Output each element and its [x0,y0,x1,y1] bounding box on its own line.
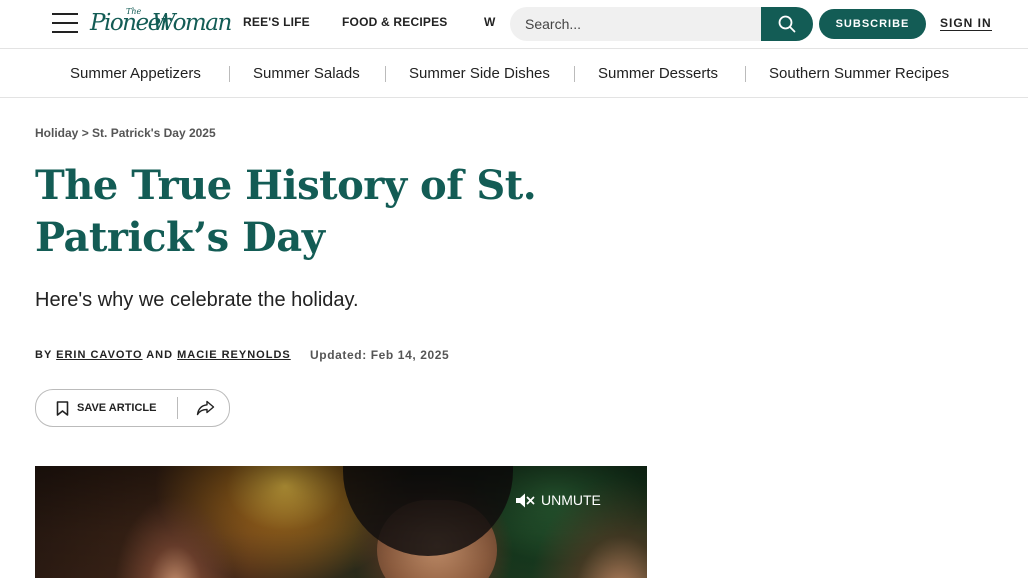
article-dek: Here's why we celebrate the holiday. [35,289,359,311]
byline: BY ERIN CAVOTO AND MACIE REYNOLDS [35,349,291,361]
subnav-divider [574,66,575,82]
unmute-label: UNMUTE [541,492,601,508]
subnav-item-summer-appetizers[interactable]: Summer Appetizers [70,65,201,82]
share-button[interactable] [186,390,226,426]
article-actions: SAVE ARTICLE [35,389,230,427]
subnav-divider [385,66,386,82]
byline-and: AND [146,349,174,361]
subnav-divider [229,66,230,82]
subscribe-button[interactable]: SUBSCRIBE [819,9,926,39]
bookmark-icon [56,401,69,416]
breadcrumb-holiday[interactable]: Holiday [35,126,78,140]
breadcrumb-separator: > [81,126,89,140]
secondary-nav: Summer Appetizers Summer Salads Summer S… [0,49,1028,98]
nav-item-truncated[interactable]: W [484,15,496,29]
page-title: The True History of St. Patrick’s Day [35,162,537,261]
primary-nav: REE'S LIFE FOOD & RECIPES W [240,0,512,48]
share-icon [196,400,215,416]
search-icon [778,15,796,33]
updated-date: Updated: Feb 14, 2025 [310,348,450,362]
byline-by: BY [35,349,53,361]
video-player[interactable]: UNMUTE [35,466,647,578]
video-overlay [35,466,647,578]
breadcrumb-st-patricks-day[interactable]: St. Patrick's Day 2025 [92,126,216,140]
subnav-item-summer-salads[interactable]: Summer Salads [253,65,360,82]
author-link-macie-reynolds[interactable]: MACIE REYNOLDS [177,349,291,361]
logo-text-woman: Woman [152,10,232,36]
save-article-label: SAVE ARTICLE [77,402,157,414]
top-header: The Pioneer Woman REE'S LIFE FOOD & RECI… [0,0,1028,49]
muted-speaker-icon [516,493,535,508]
search-input[interactable] [510,7,761,41]
search-bar [510,7,813,41]
sign-in-link[interactable]: SIGN IN [940,16,992,31]
site-logo[interactable]: The Pioneer Woman [90,6,232,42]
subnav-item-summer-desserts[interactable]: Summer Desserts [598,65,718,82]
subnav-item-summer-side-dishes[interactable]: Summer Side Dishes [409,65,550,82]
breadcrumb: Holiday > St. Patrick's Day 2025 [35,126,216,140]
nav-item-food-recipes[interactable]: FOOD & RECIPES [342,15,447,29]
hamburger-menu-icon[interactable] [52,12,78,34]
subnav-item-southern-summer-recipes[interactable]: Southern Summer Recipes [769,65,949,82]
subnav-divider [745,66,746,82]
search-button[interactable] [761,7,813,41]
save-article-button[interactable]: SAVE ARTICLE [36,390,176,426]
nav-item-rees-life[interactable]: REE'S LIFE [243,15,310,29]
author-link-erin-cavoto[interactable]: ERIN CAVOTO [56,349,142,361]
actions-divider [177,397,178,419]
